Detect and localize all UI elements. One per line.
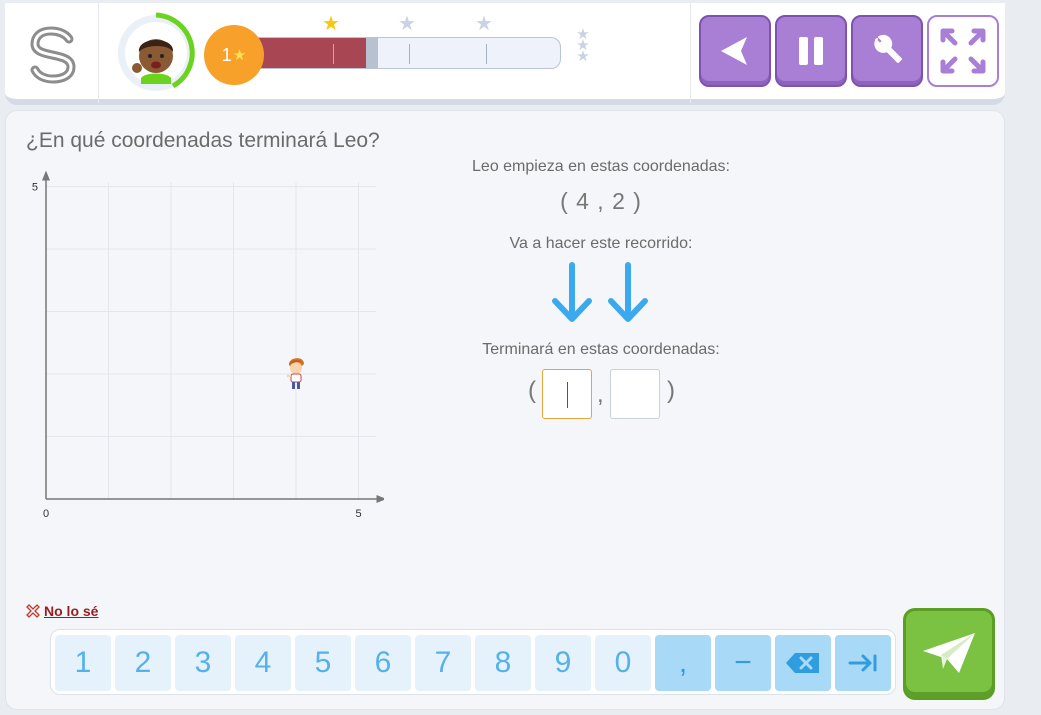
key-4[interactable]: 4 [235,635,291,691]
text-caret [567,382,568,408]
logo-area [5,3,99,103]
avatar-icon [118,12,195,91]
progress-tick [486,44,487,64]
key-7[interactable]: 7 [415,635,471,691]
key-9[interactable]: 9 [535,635,591,691]
dont-know-link[interactable]: No lo sé [26,603,98,619]
tools-button[interactable] [851,15,923,87]
progress-fill-edge [366,38,378,68]
close-icon [26,604,40,618]
comma-separator: , [597,381,604,408]
key-next[interactable] [835,635,891,691]
pause-button[interactable] [775,15,847,87]
header-divider [690,3,691,103]
end-label: Terminará en estas coordenadas: [482,341,720,358]
answer-x-input[interactable] [542,369,592,419]
paper-plane-icon [923,633,975,673]
key-minus[interactable]: − [715,635,771,691]
backspace-icon [786,653,819,673]
level-badge: 1 ★ [204,25,264,85]
milestone-star-icon: ★ [322,13,340,35]
send-button[interactable] [903,608,995,700]
top-bar: 1 ★ ★ ★ ★ ★ ★ ★ [5,3,1005,105]
y-axis-arrow [42,171,50,181]
dont-know-label: No lo sé [44,603,99,619]
x-max-label: 5 [355,508,361,520]
arrow-down-icon [608,262,648,322]
key-comma[interactable]: , [655,635,711,691]
coordinate-grid: 0 5 5 [32,171,384,520]
exercise-panel: ¿En qué coordenadas terminará Leo? 0 5 5 L… [5,110,1005,710]
y-max-label: 5 [32,182,38,194]
path-label: Va a hacer este recorrido: [509,235,693,252]
key-5[interactable]: 5 [295,635,351,691]
milestone-star-icon: ★ [398,13,416,35]
start-coordinates: ( 4 , 2 ) [560,188,642,214]
key-1[interactable]: 1 [55,635,111,691]
progress-tick [333,44,334,64]
fullscreen-button[interactable] [927,15,999,87]
back-button[interactable] [699,15,771,87]
key-backspace[interactable] [775,635,831,691]
path-arrows [552,262,648,322]
start-label: Leo empieza en estas coordenadas: [472,158,730,175]
fullscreen-icon [940,28,986,74]
pause-icon [799,37,823,65]
x-min-label: 0 [43,508,49,520]
stacked-stars-icon: ★ ★ ★ [576,26,590,65]
number-keypad: 1 2 3 4 5 6 7 8 9 0, − [50,629,896,695]
progress-tick [409,44,410,64]
level-number: 1 [221,44,232,65]
back-arrow-icon [721,37,747,65]
key-6[interactable]: 6 [355,635,411,691]
key-2[interactable]: 2 [115,635,171,691]
wrench-icon [874,34,902,63]
x-axis-arrow [376,495,384,503]
close-paren: ) [667,377,675,404]
progress-bar [255,37,561,69]
milestone-star-icon: ★ [475,13,493,35]
answer-y-input[interactable] [610,369,660,419]
level-star-icon: ★ [232,47,247,64]
key-3[interactable]: 3 [175,635,231,691]
progress-fill [256,38,366,68]
key-0[interactable]: 0 [595,635,651,691]
logo-icon [30,26,76,84]
question-text: ¿En qué coordenadas terminará Leo? [26,129,380,152]
arrow-down-icon [552,262,592,322]
tab-next-icon [848,654,877,672]
key-8[interactable]: 8 [475,635,531,691]
open-paren: ( [528,377,536,404]
